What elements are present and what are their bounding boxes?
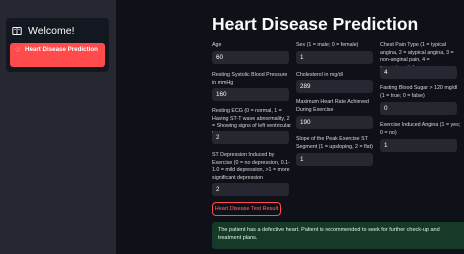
exercise-angina-label: Exercise Induced Angina (1 = yes; 0 = no… (380, 122, 461, 136)
fasting-blood-sugar-input[interactable]: 0 (380, 102, 457, 115)
page-title: Heart Disease Prediction (212, 14, 419, 34)
cholesterol-input[interactable]: 289 (296, 80, 373, 93)
menu-title: Welcome! (28, 25, 75, 37)
result-alert: The patient has a defective heart. Patie… (212, 222, 464, 249)
resting-bp-input[interactable]: 160 (212, 88, 289, 101)
st-depression-input[interactable]: 2 (212, 183, 289, 196)
st-depression-label: ST Depression Induced by Exercise (0 = n… (212, 152, 290, 181)
st-slope-input[interactable]: 1 (296, 153, 373, 166)
menu-item-label: Heart Disease Prediction (25, 46, 98, 53)
resting-bp-label: Resting Systolic Blood Pressure in mmHg (212, 72, 288, 86)
fasting-blood-sugar-label: Fasting Blood Sugar > 120 mg/dl (1 = tru… (380, 85, 458, 99)
st-slope-label: Slope of the Peak Exercise ST Segment (1… (296, 136, 373, 150)
resting-ecg-input[interactable]: 2 (212, 131, 289, 144)
chest-pain-input[interactable]: 4 (380, 66, 457, 79)
book-icon (12, 26, 22, 36)
max-heart-rate-input[interactable]: 190 (296, 116, 373, 129)
menu-header: Welcome! (12, 25, 75, 37)
cholesterol-label: Cholesterol in mg/dl (296, 72, 343, 78)
age-input[interactable]: 60 (212, 51, 289, 64)
age-label: Age (212, 42, 222, 48)
sex-input[interactable]: 1 (296, 51, 373, 64)
sex-label: Sex (1 = male; 0 = female) (296, 42, 359, 48)
menu-item-heart-disease-prediction[interactable]: ♡ Heart Disease Prediction (10, 43, 105, 67)
sidebar: Welcome! ♡ Heart Disease Prediction (0, 0, 116, 254)
heart-icon: ♡ (15, 48, 21, 54)
main-content: Heart Disease Prediction Age 60 Resting … (116, 0, 464, 254)
test-result-button[interactable]: Heart Disease Test Result (212, 202, 281, 216)
exercise-angina-input[interactable]: 1 (380, 139, 457, 152)
max-heart-rate-label: Maximum Heart Rate Achieved During Exerc… (296, 99, 370, 113)
option-menu: Welcome! ♡ Heart Disease Prediction (6, 18, 109, 72)
